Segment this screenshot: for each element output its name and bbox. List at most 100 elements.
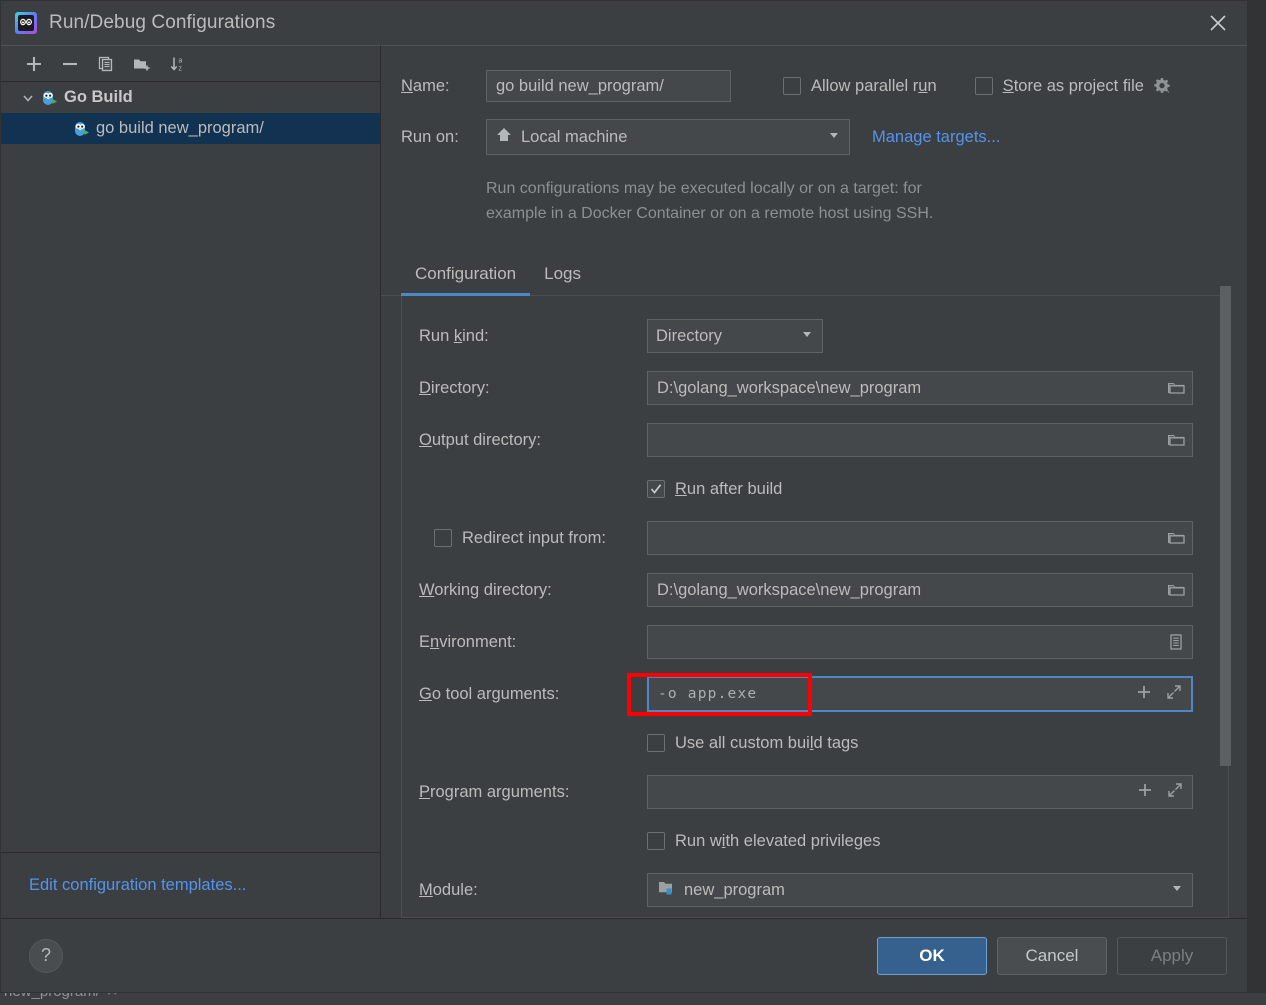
- run-on-select[interactable]: Local machine: [486, 119, 850, 155]
- redirect-input-label-wrap: Redirect input from:: [419, 529, 647, 548]
- run-with-elevated-privileges-row: Run with elevated privileges: [402, 818, 1228, 864]
- go-gopher-icon: [39, 88, 59, 108]
- tab-logs[interactable]: Logs: [530, 264, 595, 295]
- run-after-build-checkbox[interactable]: Run after build: [647, 480, 782, 499]
- svg-text:a: a: [179, 57, 183, 64]
- home-icon: [495, 126, 513, 149]
- working-directory-value: D:\golang_workspace\new_program: [657, 580, 922, 599]
- edit-configuration-templates-link[interactable]: Edit configuration templates...: [29, 876, 246, 895]
- allow-parallel-run-label: Allow parallel run: [811, 76, 937, 95]
- run-kind-select[interactable]: Directory: [647, 319, 823, 353]
- environment-list-icon[interactable]: [1166, 632, 1186, 652]
- help-button[interactable]: ?: [29, 938, 63, 973]
- manage-targets-link[interactable]: Manage targets...: [872, 128, 1000, 147]
- checkbox-box: [647, 480, 665, 498]
- tree-group-go-build[interactable]: Go Build: [1, 82, 380, 113]
- program-arguments-input[interactable]: [647, 775, 1193, 809]
- environment-input[interactable]: [647, 625, 1193, 659]
- allow-parallel-run-checkbox[interactable]: Allow parallel run: [783, 77, 937, 96]
- run-kind-value: Directory: [656, 326, 723, 345]
- go-tool-arguments-row: Go tool arguments: -o app.exe: [402, 668, 1228, 720]
- folder-browse-icon[interactable]: [1166, 580, 1186, 600]
- run-on-hint: Run configurations may be executed local…: [381, 166, 1021, 226]
- tab-configuration[interactable]: Configuration: [401, 264, 531, 296]
- go-gopher-icon: [71, 119, 91, 139]
- ok-button[interactable]: OK: [877, 936, 987, 975]
- run-on-value: Local machine: [521, 127, 628, 146]
- store-as-project-file-checkbox[interactable]: Store as project file: [974, 76, 1144, 96]
- edit-templates-row: Edit configuration templates...: [1, 852, 380, 918]
- plus-icon[interactable]: [1135, 683, 1153, 706]
- directory-value: D:\golang_workspace\new_program: [657, 378, 922, 397]
- module-select[interactable]: new_program: [647, 873, 1193, 907]
- run-debug-configurations-dialog: Run/Debug Configurations a z Go Build go…: [0, 0, 1248, 993]
- name-input[interactable]: [486, 70, 731, 102]
- folder-browse-icon[interactable]: [1166, 528, 1186, 548]
- folder-browse-icon[interactable]: [1166, 378, 1186, 398]
- redirect-input-checkbox[interactable]: [434, 529, 452, 547]
- output-directory-row: Output directory:: [402, 414, 1228, 466]
- directory-input[interactable]: D:\golang_workspace\new_program: [647, 371, 1193, 405]
- module-value: new_program: [684, 880, 785, 899]
- dialog-footer: ? OK Cancel Apply: [1, 918, 1247, 992]
- working-directory-row: Working directory: D:\golang_workspace\n…: [402, 564, 1228, 616]
- checkbox-box: [647, 832, 665, 850]
- configuration-panel: Name: Allow parallel run Store as projec…: [381, 45, 1247, 918]
- redirect-input-label: Redirect input from:: [462, 528, 606, 547]
- new-folder-icon[interactable]: [127, 50, 157, 78]
- copy-icon[interactable]: [91, 50, 121, 78]
- configurations-sidebar: a z Go Build go build new_program/ Edit …: [1, 45, 381, 918]
- footer-button-group: OK Cancel Apply: [877, 936, 1227, 975]
- plus-icon[interactable]: [19, 50, 49, 78]
- redirect-input-field[interactable]: [647, 521, 1193, 555]
- run-on-row: Run on: Local machine Manage targets...: [381, 108, 1247, 166]
- run-with-elevated-privileges-label: Run with elevated privileges: [675, 831, 881, 850]
- tree-item-go-build-new-program[interactable]: go build new_program/: [1, 113, 380, 144]
- chevron-down-icon[interactable]: [17, 91, 39, 105]
- run-kind-label: Run kind:: [419, 326, 489, 345]
- go-tool-arguments-value: -o app.exe: [658, 686, 758, 702]
- program-arguments-actions: [1136, 781, 1184, 804]
- go-tool-arguments-actions: [1135, 683, 1183, 706]
- run-on-label: Run on:: [401, 127, 459, 146]
- checkbox-box: [647, 734, 665, 752]
- expand-arrows-icon[interactable]: [1165, 683, 1183, 706]
- module-row: Module: new_program: [402, 864, 1228, 916]
- configuration-scrollbar[interactable]: [1220, 286, 1231, 766]
- plus-icon[interactable]: [1136, 781, 1154, 804]
- directory-label: Directory:: [419, 378, 490, 397]
- goland-icon: [15, 12, 37, 34]
- run-on-hint-line1: Run configurations may be executed local…: [486, 180, 922, 197]
- module-label: Module:: [419, 880, 478, 899]
- gear-dropdown-icon[interactable]: [1152, 76, 1172, 96]
- program-arguments-label: Program arguments:: [419, 782, 570, 801]
- checkbox-box: [783, 77, 801, 95]
- configurations-tree: Go Build go build new_program/: [1, 82, 380, 852]
- run-kind-row: Run kind: Directory: [402, 310, 1228, 362]
- folder-browse-icon[interactable]: [1166, 430, 1186, 450]
- expand-arrows-icon[interactable]: [1166, 781, 1184, 804]
- chevron-down-icon: [827, 128, 841, 147]
- environment-label: Environment:: [419, 632, 517, 651]
- close-icon[interactable]: [1189, 1, 1247, 45]
- redirect-input-row: Redirect input from:: [402, 512, 1228, 564]
- tree-item-label: go build new_program/: [96, 119, 264, 137]
- dialog-title: Run/Debug Configurations: [49, 12, 276, 33]
- configuration-tabs: Configuration Logs: [381, 248, 1229, 296]
- working-directory-input[interactable]: D:\golang_workspace\new_program: [647, 573, 1193, 607]
- top-form: Name: Allow parallel run Store as projec…: [381, 46, 1247, 226]
- output-directory-input[interactable]: [647, 423, 1193, 457]
- apply-button[interactable]: Apply: [1117, 936, 1227, 975]
- tree-group-label: Go Build: [64, 88, 133, 106]
- minus-icon[interactable]: [55, 50, 85, 78]
- output-directory-label: Output directory:: [419, 430, 541, 449]
- use-all-custom-build-tags-label: Use all custom build tags: [675, 733, 859, 752]
- run-on-hint-line2: example in a Docker Container or on a re…: [486, 205, 934, 222]
- cancel-button[interactable]: Cancel: [997, 936, 1107, 975]
- store-as-project-file-label: Store as project file: [1002, 76, 1144, 95]
- name-label: Name:: [401, 76, 450, 95]
- run-with-elevated-privileges-checkbox[interactable]: Run with elevated privileges: [647, 832, 880, 851]
- go-tool-arguments-input[interactable]: -o app.exe: [647, 676, 1193, 712]
- sort-alpha-icon[interactable]: a z: [163, 50, 193, 78]
- use-all-custom-build-tags-checkbox[interactable]: Use all custom build tags: [647, 734, 858, 753]
